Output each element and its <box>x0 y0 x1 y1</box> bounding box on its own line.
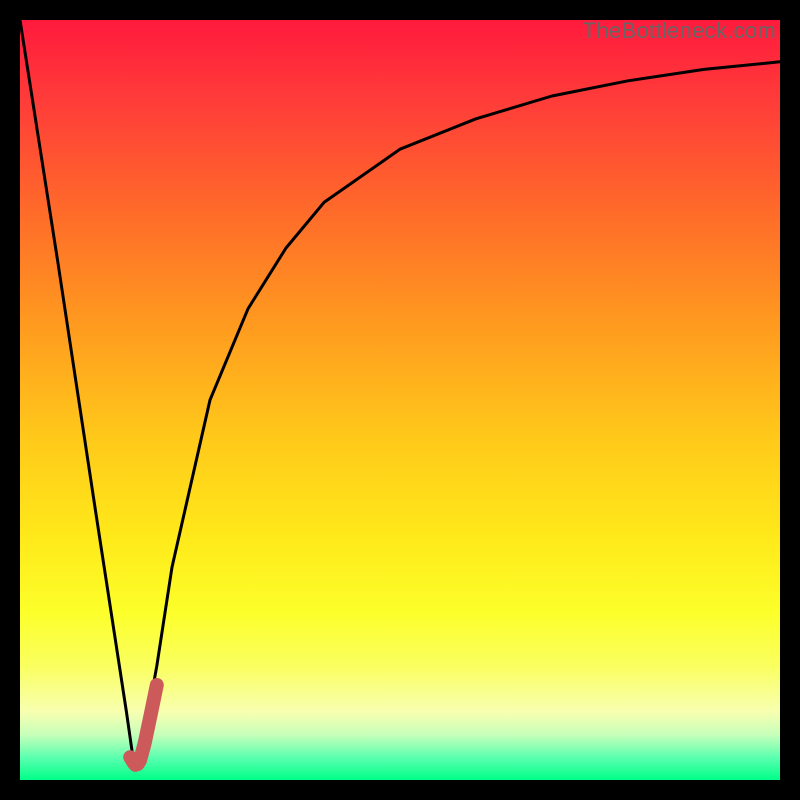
watermark-text: TheBottleneck.com <box>583 18 776 44</box>
chart-overlay <box>20 20 780 780</box>
bottleneck-curve <box>20 20 780 765</box>
optimal-marker <box>130 685 157 765</box>
